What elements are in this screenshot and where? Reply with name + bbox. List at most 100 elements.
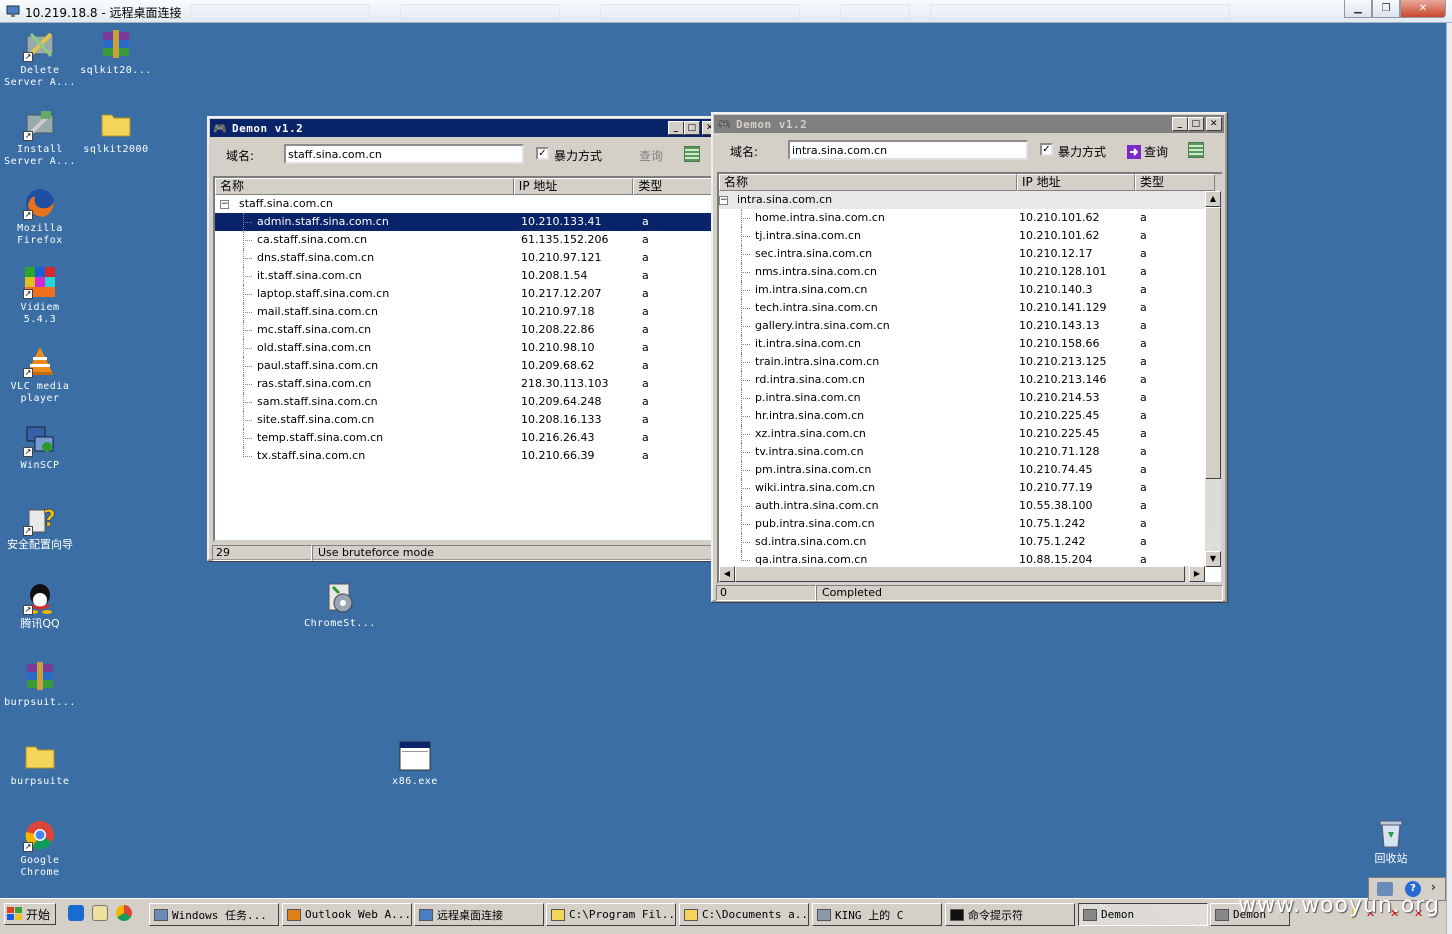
- horizontal-scrollbar[interactable]: ◀ ▶: [719, 566, 1205, 582]
- desktop-icon-vidiem[interactable]: ↗ Vidiem 5.4.3: [3, 265, 77, 326]
- table-row[interactable]: site.staff.sina.com.cn 10.208.16.133 a: [215, 411, 717, 429]
- close-button[interactable]: ✕: [1400, 0, 1446, 18]
- col-header-type[interactable]: 类型: [633, 178, 717, 195]
- table-row[interactable]: im.intra.sina.com.cn 10.210.140.3 a: [719, 281, 1221, 299]
- table-row[interactable]: sd.intra.sina.com.cn 10.75.1.242 a: [719, 533, 1221, 551]
- scroll-right-icon[interactable]: ▶: [1189, 566, 1205, 582]
- domain-input[interactable]: [284, 144, 524, 164]
- domain-input[interactable]: [788, 140, 1028, 160]
- export-grid-icon[interactable]: [1188, 142, 1204, 158]
- desktop-icon-chrome[interactable]: ↗ Google Chrome: [3, 818, 77, 879]
- table-row[interactable]: mc.staff.sina.com.cn 10.208.22.86 a: [215, 321, 717, 339]
- query-button[interactable]: 查询: [1127, 143, 1168, 160]
- desktop-icon-chromesetup[interactable]: ChromeSt...: [303, 581, 377, 630]
- collapse-icon[interactable]: −: [220, 200, 229, 209]
- taskbar-button[interactable]: Windows 任务...: [149, 903, 279, 926]
- taskbar-button[interactable]: C:\Program Fil...: [546, 903, 676, 926]
- table-row[interactable]: ras.staff.sina.com.cn 218.30.113.103 a: [215, 375, 717, 393]
- taskbar-button[interactable]: 远程桌面连接: [414, 903, 544, 926]
- tree-root[interactable]: − intra.sina.com.cn: [719, 191, 1221, 209]
- desktop-icon-qq[interactable]: ↗ 腾讯QQ: [3, 581, 77, 630]
- results-list[interactable]: 名称 IP 地址 类型 − staff.sina.com.cn admin.st…: [213, 176, 719, 542]
- col-header-type[interactable]: 类型: [1135, 174, 1215, 191]
- desktop-icon-x86-exe[interactable]: x86.exe: [378, 739, 452, 788]
- desktop-icon-security-wizard[interactable]: ? ↗ 安全配置向导: [3, 502, 77, 551]
- col-header-name[interactable]: 名称: [719, 174, 1017, 191]
- table-row[interactable]: sam.staff.sina.com.cn 10.209.64.248 a: [215, 393, 717, 411]
- maximize-button[interactable]: □: [1188, 117, 1204, 131]
- col-header-name[interactable]: 名称: [215, 178, 514, 195]
- ie-icon[interactable]: [68, 905, 84, 921]
- table-row[interactable]: auth.intra.sina.com.cn 10.55.38.100 a: [719, 497, 1221, 515]
- taskbar-button[interactable]: C:\Documents a...: [679, 903, 809, 926]
- collapse-icon[interactable]: −: [719, 196, 728, 205]
- table-row[interactable]: pm.intra.sina.com.cn 10.210.74.45 a: [719, 461, 1221, 479]
- export-grid-icon[interactable]: [684, 146, 700, 162]
- table-row[interactable]: xz.intra.sina.com.cn 10.210.225.45 a: [719, 425, 1221, 443]
- table-row[interactable]: tech.intra.sina.com.cn 10.210.141.129 a: [719, 299, 1221, 317]
- desktop-icon-sqlkit-archive[interactable]: sqlkit20...: [79, 28, 153, 77]
- bruteforce-checkbox[interactable]: ✓: [536, 147, 549, 160]
- table-row[interactable]: home.intra.sina.com.cn 10.210.101.62 a: [719, 209, 1221, 227]
- tools-icon: ↗: [23, 28, 57, 62]
- scroll-down-icon[interactable]: ▼: [1205, 551, 1221, 567]
- desktop-icon-burpsuite-archive[interactable]: burpsuit...: [3, 660, 77, 709]
- table-row[interactable]: tx.staff.sina.com.cn 10.210.66.39 a: [215, 447, 717, 465]
- table-row[interactable]: gallery.intra.sina.com.cn 10.210.143.13 a: [719, 317, 1221, 335]
- table-row[interactable]: mail.staff.sina.com.cn 10.210.97.18 a: [215, 303, 717, 321]
- desktop-icon-firefox[interactable]: ↗ Mozilla Firefox: [3, 186, 77, 247]
- chrome-icon[interactable]: [116, 905, 132, 921]
- minimize-button[interactable]: ▁: [1344, 0, 1372, 18]
- table-row[interactable]: pub.intra.sina.com.cn 10.75.1.242 a: [719, 515, 1221, 533]
- tree-root[interactable]: − staff.sina.com.cn: [215, 195, 717, 213]
- taskbar-button[interactable]: 命令提示符: [945, 903, 1075, 926]
- scroll-up-icon[interactable]: ▲: [1205, 191, 1221, 207]
- table-row[interactable]: rd.intra.sina.com.cn 10.210.213.146 a: [719, 371, 1221, 389]
- taskbar-button[interactable]: Demon: [1078, 903, 1208, 926]
- table-row[interactable]: ca.staff.sina.com.cn 61.135.152.206 a: [215, 231, 717, 249]
- start-button[interactable]: 开始: [4, 903, 56, 925]
- results-list[interactable]: 名称 IP 地址 类型 − intra.sina.com.cn home.int…: [717, 172, 1223, 584]
- table-row[interactable]: tv.intra.sina.com.cn 10.210.71.128 a: [719, 443, 1221, 461]
- desktop-icon-vlc[interactable]: ↗ VLC media player: [3, 344, 77, 405]
- query-button[interactable]: 查询: [639, 147, 663, 164]
- table-row[interactable]: sec.intra.sina.com.cn 10.210.12.17 a: [719, 245, 1221, 263]
- bruteforce-checkbox[interactable]: ✓: [1040, 143, 1053, 156]
- minimize-button[interactable]: _: [1172, 117, 1188, 131]
- table-row[interactable]: laptop.staff.sina.com.cn 10.217.12.207 a: [215, 285, 717, 303]
- scroll-left-icon[interactable]: ◀: [719, 566, 735, 582]
- table-row[interactable]: p.intra.sina.com.cn 10.210.214.53 a: [719, 389, 1221, 407]
- demon-icon: 🎮: [717, 118, 732, 131]
- expand-tray-icon[interactable]: ›: [1431, 880, 1436, 894]
- taskbar-button[interactable]: KING 上的 C: [812, 903, 942, 926]
- table-row[interactable]: train.intra.sina.com.cn 10.210.213.125 a: [719, 353, 1221, 371]
- maximize-button[interactable]: □: [684, 121, 700, 135]
- table-row[interactable]: nms.intra.sina.com.cn 10.210.128.101 a: [719, 263, 1221, 281]
- desktop-icon-install-server[interactable]: ↗ Install Server A...: [3, 107, 77, 168]
- col-header-ip[interactable]: IP 地址: [1017, 174, 1135, 191]
- col-header-ip[interactable]: IP 地址: [513, 178, 634, 195]
- desktop-icon-burpsuite-folder[interactable]: burpsuite: [3, 739, 77, 788]
- table-row[interactable]: temp.staff.sina.com.cn 10.216.26.43 a: [215, 429, 717, 447]
- table-row[interactable]: paul.staff.sina.com.cn 10.209.68.62 a: [215, 357, 717, 375]
- table-row[interactable]: tj.intra.sina.com.cn 10.210.101.62 a: [719, 227, 1221, 245]
- table-row[interactable]: dns.staff.sina.com.cn 10.210.97.121 a: [215, 249, 717, 267]
- table-row[interactable]: it.staff.sina.com.cn 10.208.1.54 a: [215, 267, 717, 285]
- restore-button[interactable]: ❐: [1372, 0, 1400, 18]
- vertical-scrollbar[interactable]: ▲ ▼: [1205, 191, 1221, 567]
- table-row[interactable]: old.staff.sina.com.cn 10.210.98.10 a: [215, 339, 717, 357]
- desktop-icon-winscp[interactable]: ↗ WinSCP: [3, 423, 77, 472]
- scroll-thumb[interactable]: [1205, 207, 1221, 479]
- taskbar-button[interactable]: Outlook Web A...: [282, 903, 412, 926]
- desktop-icon-sqlkit-folder[interactable]: sqlkit2000: [79, 107, 153, 156]
- table-row[interactable]: wiki.intra.sina.com.cn 10.210.77.19 a: [719, 479, 1221, 497]
- table-row[interactable]: hr.intra.sina.com.cn 10.210.225.45 a: [719, 407, 1221, 425]
- show-desktop-icon[interactable]: [92, 905, 108, 921]
- minimize-button[interactable]: _: [668, 121, 684, 135]
- close-button[interactable]: ✕: [1206, 117, 1222, 131]
- desktop-icon-recycle-bin[interactable]: 回收站: [1354, 816, 1428, 865]
- table-row[interactable]: admin.staff.sina.com.cn 10.210.133.41 a: [215, 213, 717, 231]
- scroll-thumb-h[interactable]: [735, 566, 1185, 582]
- table-row[interactable]: it.intra.sina.com.cn 10.210.158.66 a: [719, 335, 1221, 353]
- desktop-icon-delete-server[interactable]: ↗ Delete Server A...: [3, 28, 77, 89]
